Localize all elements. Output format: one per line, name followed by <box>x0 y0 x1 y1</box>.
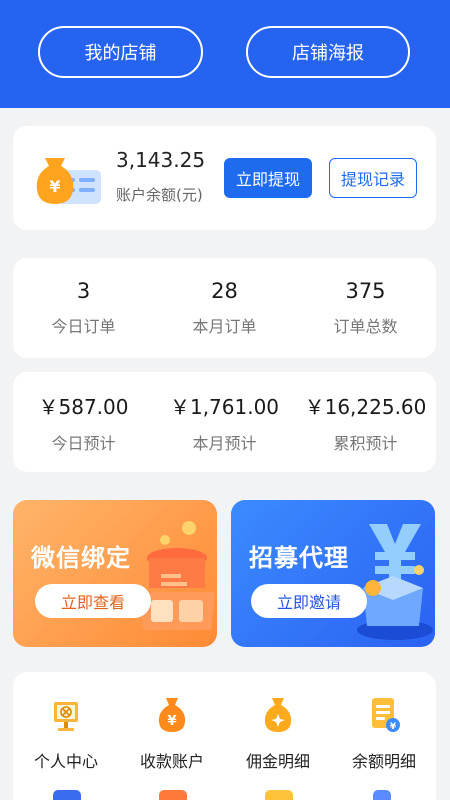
stat-total-orders[interactable]: 375 订单总数 <box>295 258 436 358</box>
my-shop-button[interactable]: 我的店铺 <box>38 26 203 78</box>
order-stats-card: 3 今日订单 28 本月订单 375 订单总数 <box>13 258 436 358</box>
stat-label: 累积预计 <box>333 433 398 453</box>
next-row-icon[interactable] <box>159 790 187 800</box>
invite-now-button[interactable]: 立即邀请 <box>251 584 367 618</box>
wechat-bind-banner[interactable]: 微信绑定 立即查看 <box>13 500 217 647</box>
wallet-icon: ¥ <box>36 158 101 204</box>
commission-bag-icon <box>264 698 292 732</box>
menu-item-payment-account[interactable]: ¥ 收款账户 <box>119 694 225 772</box>
banner-title: 招募代理 <box>249 544 349 572</box>
stat-label: 今日订单 <box>51 317 116 336</box>
balance-amount: 3,143.25 <box>116 148 206 172</box>
banner-title: 微信绑定 <box>31 544 131 572</box>
agent-recruit-banner[interactable]: 招募代理 立即邀请 <box>231 500 435 647</box>
withdraw-record-button[interactable]: 提现记录 <box>329 158 417 198</box>
money-bag-icon: ¥ <box>158 698 186 732</box>
menu-label: 佣金明细 <box>245 752 310 771</box>
stat-value: 3 <box>76 279 91 303</box>
withdraw-button[interactable]: 立即提现 <box>224 158 312 198</box>
svg-text:¥: ¥ <box>49 177 60 196</box>
svg-text:¥: ¥ <box>390 722 397 732</box>
stat-label: 本月订单 <box>192 317 257 336</box>
next-row-icon[interactable] <box>53 790 81 800</box>
next-row-icon[interactable] <box>373 790 391 800</box>
menu-item-personal-center[interactable]: 个人中心 <box>13 694 119 772</box>
stat-value: 375 <box>345 279 386 303</box>
stat-today-orders[interactable]: 3 今日订单 <box>13 258 154 358</box>
stat-label: 订单总数 <box>333 317 398 336</box>
menu-item-commission-detail[interactable]: 佣金明细 <box>225 694 331 772</box>
stat-label: 今日预计 <box>51 433 116 453</box>
svg-text:¥: ¥ <box>167 714 176 729</box>
top-header: 我的店铺 店铺海报 <box>0 0 450 108</box>
balance-label: 账户余额(元) <box>116 186 203 204</box>
stat-label: 本月预计 <box>192 433 257 453</box>
stat-value: 28 <box>211 279 238 303</box>
view-now-button[interactable]: 立即查看 <box>35 584 151 618</box>
stat-value: ￥16,225.60 <box>304 394 427 419</box>
stat-total-estimate[interactable]: ￥16,225.60 累积预计 <box>295 372 436 472</box>
menu-item-balance-detail[interactable]: ¥ 余额明细 <box>331 694 437 772</box>
balance-card: ¥ 3,143.25 账户余额(元) 立即提现 提现记录 <box>13 126 436 230</box>
menu-label: 收款账户 <box>139 752 204 771</box>
gift-box-illustration <box>139 521 215 630</box>
stat-month-estimate[interactable]: ￥1,761.00 本月预计 <box>154 372 295 472</box>
yen-box-illustration <box>357 524 433 640</box>
next-row-icon[interactable] <box>265 790 293 800</box>
monitor-icon <box>54 702 78 731</box>
earnings-stats-card: ￥587.00 今日预计 ￥1,761.00 本月预计 ￥16,225.60 累… <box>13 372 436 472</box>
stat-today-estimate[interactable]: ￥587.00 今日预计 <box>13 372 154 472</box>
stat-month-orders[interactable]: 28 本月订单 <box>154 258 295 358</box>
menu-label: 个人中心 <box>33 752 98 771</box>
menu-label: 余额明细 <box>351 752 416 771</box>
document-yen-icon: ¥ <box>372 698 400 732</box>
stat-value: ￥587.00 <box>38 394 129 419</box>
function-menu-card: 个人中心 ¥ 收款账户 佣金明细 ¥ 余额明细 <box>13 672 436 800</box>
stat-value: ￥1,761.00 <box>169 394 280 419</box>
shop-poster-button[interactable]: 店铺海报 <box>246 26 410 78</box>
